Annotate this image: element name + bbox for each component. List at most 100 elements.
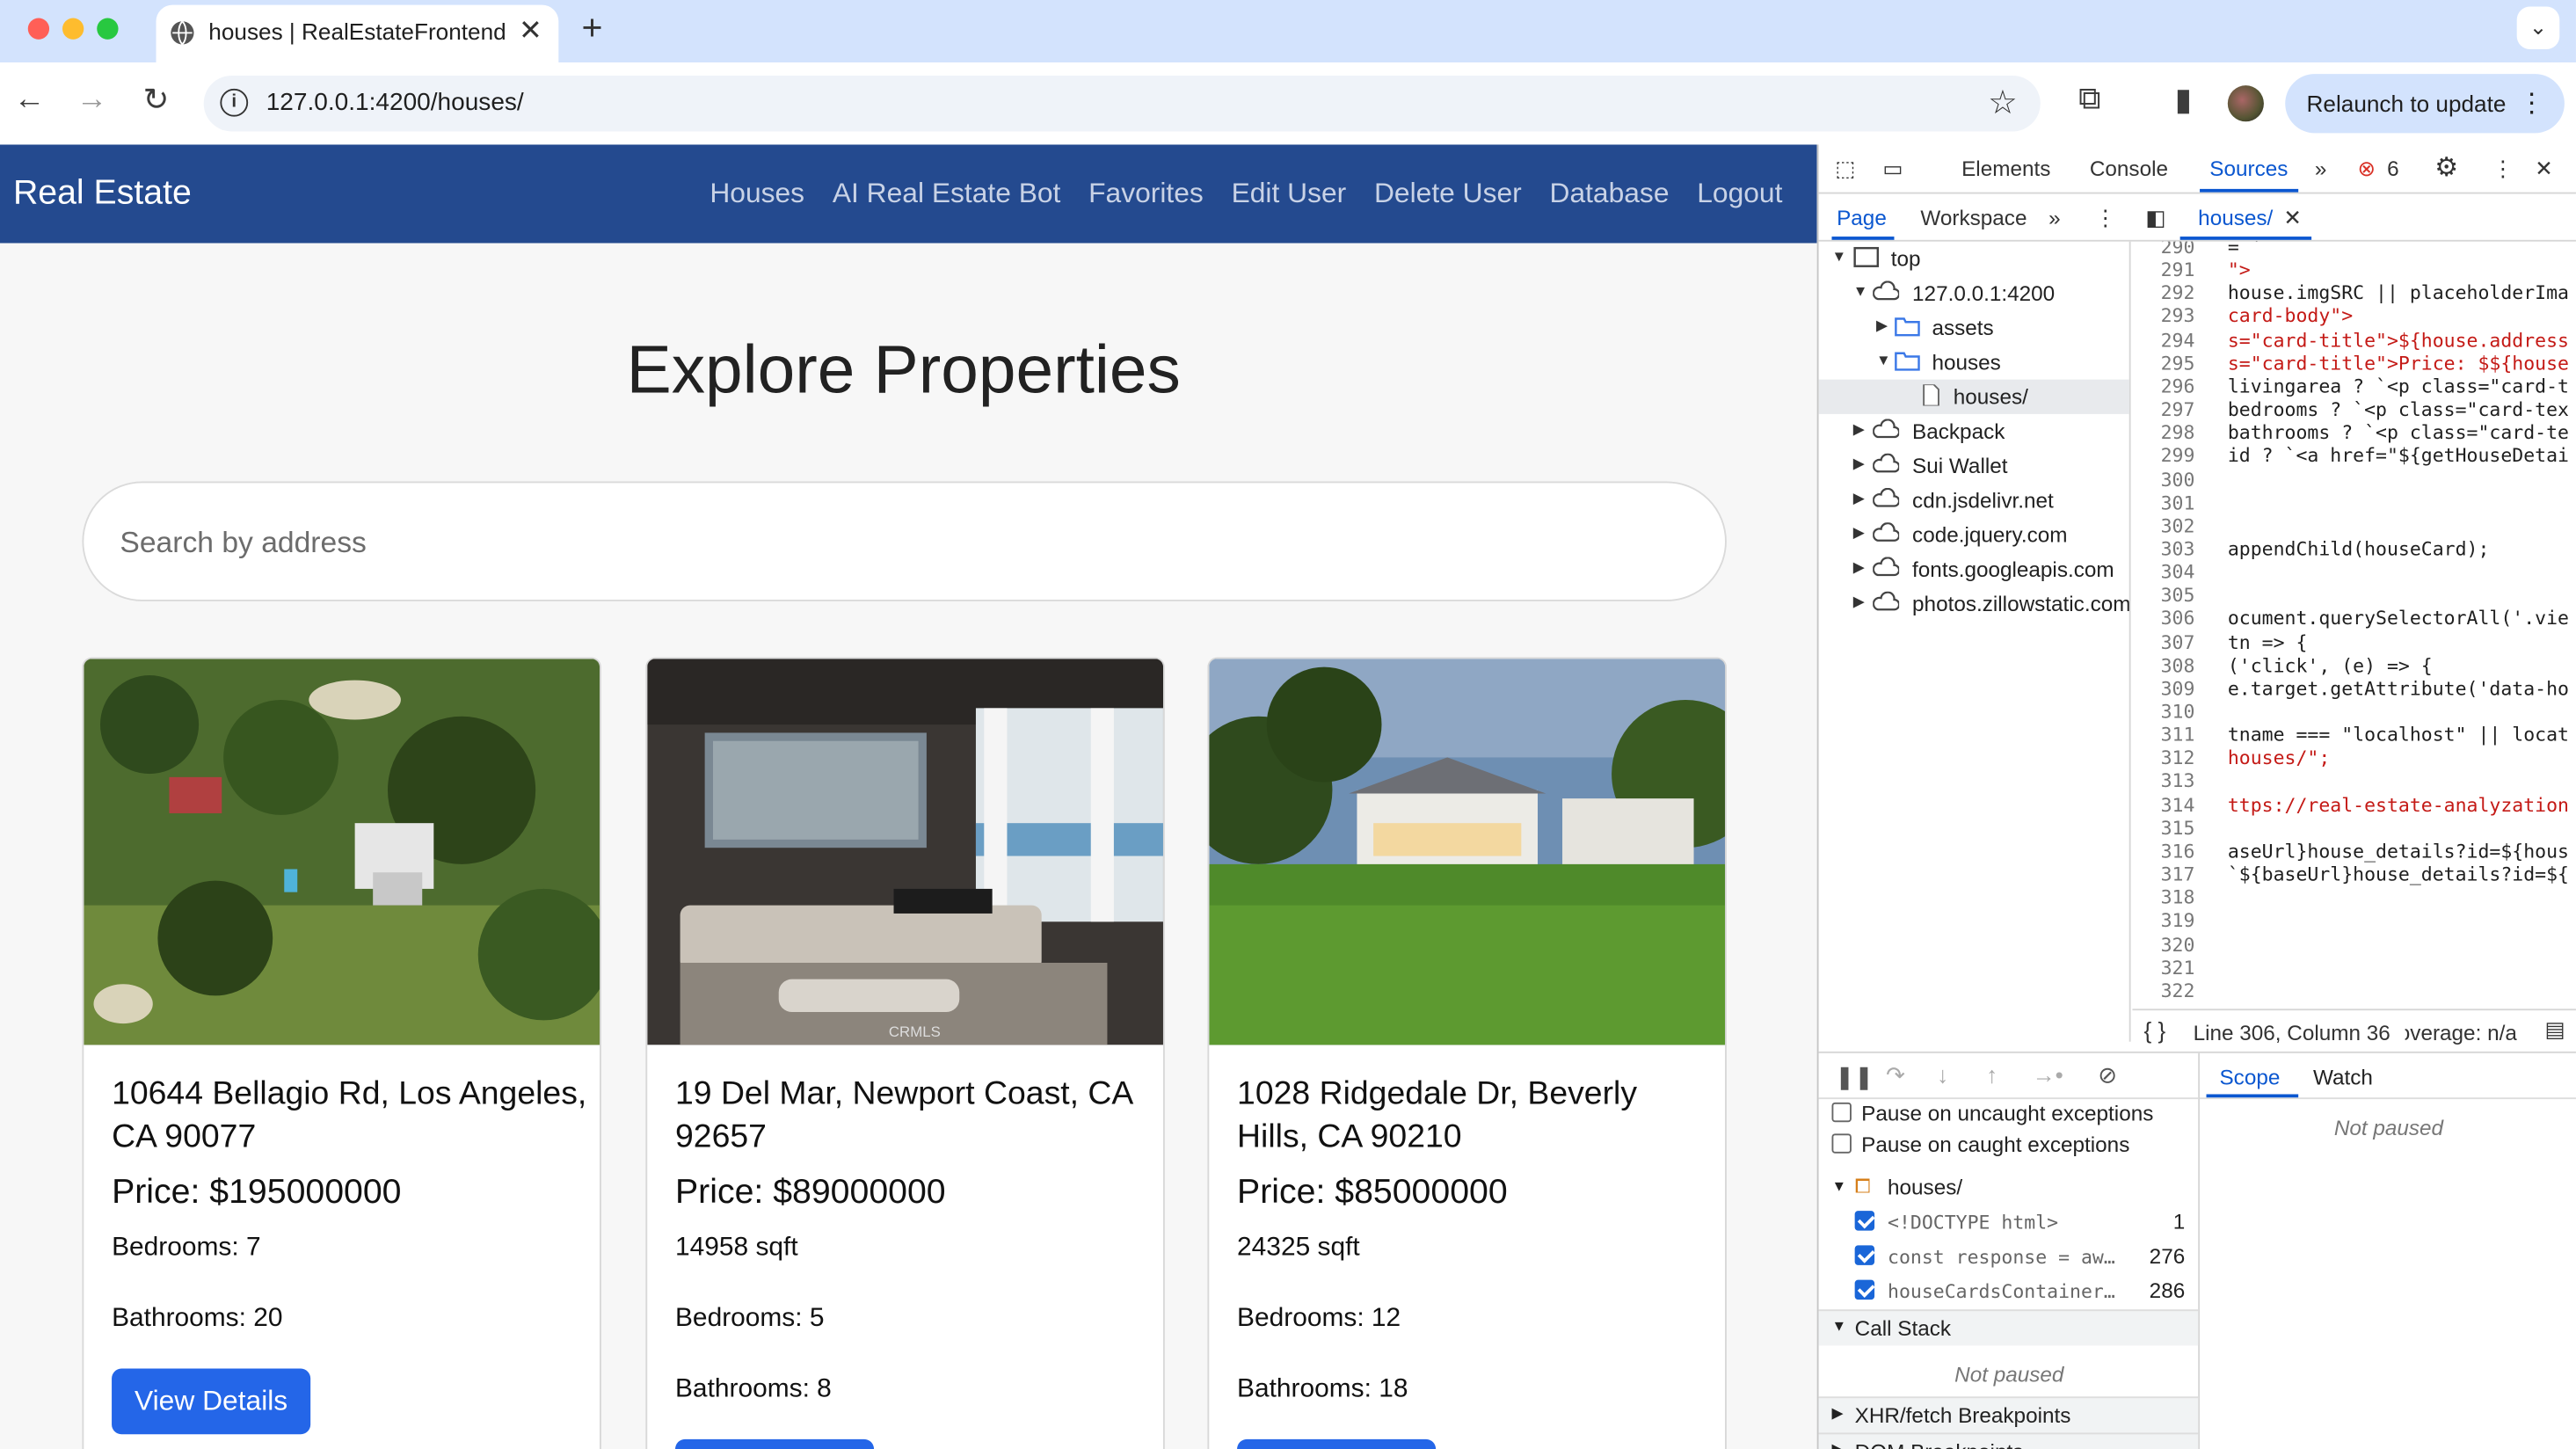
subtab-workspace[interactable]: Workspace [1920,206,2027,230]
breakpoint-checkbox[interactable] [1854,1245,1875,1265]
tree-item[interactable]: ▶ photos.zillowstatic.com [1819,586,2129,621]
side-panel-icon[interactable]: ▮ [2162,82,2205,120]
line-number[interactable]: 312 [2132,746,2195,769]
breakpoint-checkbox[interactable] [1854,1279,1875,1300]
breakpoint-checkbox[interactable] [1854,1211,1875,1231]
reload-button[interactable]: ↻ [135,82,178,120]
step-icon[interactable]: →• [2032,1061,2063,1088]
tree-item[interactable]: ▼ 127.0.0.1:4200 [1819,276,2129,310]
line-number[interactable]: 321 [2132,956,2195,979]
more-subtabs-icon[interactable]: » [2048,206,2061,230]
line-number[interactable]: 309 [2132,677,2195,700]
line-number[interactable]: 308 [2132,653,2195,676]
line-number[interactable]: 302 [2132,513,2195,536]
deactivate-breakpoints-icon[interactable]: ⊘ [2098,1061,2117,1089]
tab-search-button[interactable]: ⌄ [2516,6,2560,50]
relaunch-button[interactable]: Relaunch to update ⋮ [2285,74,2565,134]
nav-delete-user[interactable]: Delete User [1374,178,1522,210]
code-editor[interactable]: 290 = ` 291 "> 292 house.imgSRC || placeholde… [2132,242,2576,1001]
line-number[interactable]: 305 [2132,584,2195,607]
tree-item[interactable]: ▶ fonts.googleapis.com [1819,552,2129,586]
nav-houses[interactable]: Houses [709,178,804,210]
open-file-tab[interactable]: houses/ [2198,206,2273,230]
tree-item[interactable]: ▶ assets [1819,310,2129,345]
pause-caught-checkbox[interactable] [1831,1133,1852,1154]
dom-breakpoints-section[interactable]: ▶ DOM Breakpoints [1818,1432,2199,1449]
settings-gear-icon[interactable]: ⚙ [2434,151,2458,184]
tab-elements[interactable]: Elements [1961,157,2050,181]
tab-watch[interactable]: Watch [2313,1065,2373,1089]
tab-sources[interactable]: Sources [2209,157,2288,181]
tab-scope[interactable]: Scope [2219,1065,2280,1089]
subtab-page[interactable]: Page [1837,206,1887,230]
tree-item[interactable]: ▼ houses [1819,345,2129,379]
devtools-menu-icon[interactable]: ⋮ [2492,157,2514,183]
line-number[interactable]: 318 [2132,886,2195,909]
line-number[interactable]: 319 [2132,909,2195,932]
coverage-panel-icon[interactable]: ▤ [2544,1017,2565,1044]
line-number[interactable]: 304 [2132,560,2195,583]
close-devtools-icon[interactable]: ✕ [2535,157,2552,183]
step-out-icon[interactable]: ↑ [1986,1061,1997,1088]
nav-favorites[interactable]: Favorites [1088,178,1204,210]
line-number[interactable]: 317 [2132,863,2195,885]
line-number[interactable]: 290 [2132,242,2195,258]
line-number[interactable]: 298 [2132,421,2195,444]
browser-tab[interactable]: houses | RealEstateFrontend ✕ [156,4,559,63]
site-info-icon[interactable]: i [220,88,249,117]
profile-avatar[interactable] [2227,85,2264,122]
close-window-button[interactable] [27,18,50,40]
step-into-icon[interactable]: ↓ [1937,1061,1948,1088]
line-number[interactable]: 313 [2132,769,2195,792]
nav-database[interactable]: Database [1549,178,1669,210]
back-button[interactable]: ← [8,82,51,118]
expand-arrow-icon[interactable]: ▼ [1831,1178,1846,1195]
line-number[interactable]: 294 [2132,328,2195,351]
call-stack-section[interactable]: ▼ Call Stack [1818,1309,2199,1346]
line-number[interactable]: 315 [2132,816,2195,839]
line-number[interactable]: 310 [2132,700,2195,723]
tree-item[interactable]: ▶ cdn.jsdelivr.net [1819,483,2129,517]
subtab-menu-icon[interactable]: ⋮ [2094,206,2115,232]
close-tab-icon[interactable]: ✕ [519,15,542,47]
line-number[interactable]: 316 [2132,840,2195,863]
view-details-button[interactable]: View Details [112,1368,311,1435]
minimize-window-button[interactable] [62,18,84,40]
pause-uncaught-checkbox[interactable] [1831,1102,1852,1123]
error-icon[interactable]: ⊗ [2357,157,2375,183]
line-number[interactable]: 301 [2132,491,2195,513]
nav-ai-bot[interactable]: AI Real Estate Bot [833,178,1061,210]
line-number[interactable]: 303 [2132,537,2195,560]
nav-edit-user[interactable]: Edit User [1232,178,1347,210]
forward-button[interactable]: → [70,82,113,118]
tree-item-selected[interactable]: houses/ [1818,379,2129,414]
bookmark-star-icon[interactable]: ☆ [1988,82,2018,123]
line-number[interactable]: 299 [2132,444,2195,467]
tab-console[interactable]: Console [2090,157,2168,181]
view-details-button[interactable] [674,1438,875,1449]
line-number[interactable]: 296 [2132,375,2195,397]
line-number[interactable]: 314 [2132,793,2195,816]
tree-item[interactable]: ▶ code.jquery.com [1819,518,2129,552]
more-tabs-icon[interactable]: » [2315,157,2327,181]
tree-item[interactable]: ▶ Sui Wallet [1819,448,2129,483]
line-number[interactable]: 292 [2132,281,2195,304]
device-toolbar-icon[interactable]: ▭ [1882,157,1903,183]
extensions-icon[interactable]: ⧉ [2069,82,2112,118]
maximize-window-button[interactable] [97,18,119,40]
view-details-button[interactable] [1237,1438,1437,1449]
search-input[interactable]: Search by address [82,481,1727,601]
toggle-navigator-icon[interactable]: ◧ [2145,206,2165,232]
new-tab-button[interactable]: + [581,6,602,49]
line-number[interactable]: 311 [2132,723,2195,746]
tree-item[interactable]: ▼ top [1819,242,2129,276]
nav-logout[interactable]: Logout [1697,178,1782,210]
address-bar[interactable]: i 127.0.0.1:4200/houses/ ☆ [203,75,2041,132]
line-number[interactable]: 307 [2132,630,2195,653]
line-number[interactable]: 320 [2132,932,2195,955]
step-over-icon[interactable]: ↷ [1886,1061,1905,1089]
line-number[interactable]: 291 [2132,258,2195,281]
brand-link[interactable]: Real Estate [13,174,192,214]
tree-item[interactable]: ▶ Backpack [1819,414,2129,448]
line-number[interactable]: 295 [2132,351,2195,374]
